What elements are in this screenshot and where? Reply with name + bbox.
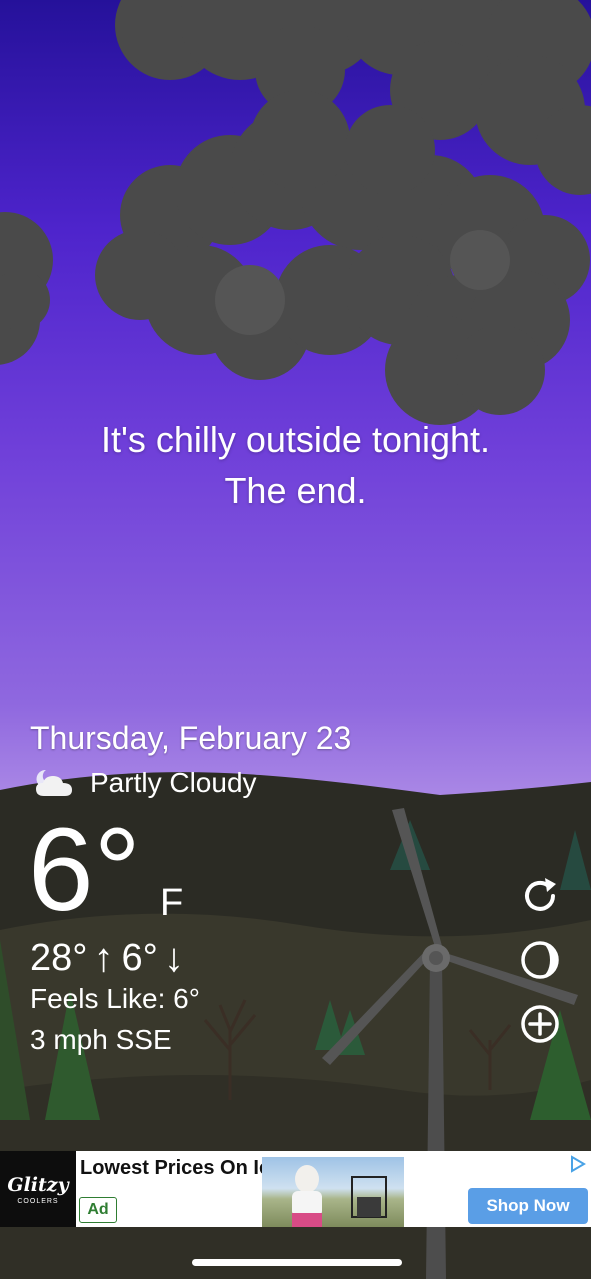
headline-line-2: The end.	[224, 470, 367, 511]
forecast-date: Thursday, February 23	[30, 720, 352, 756]
partly-cloudy-night-icon	[36, 769, 72, 796]
ad-shop-now-button[interactable]: Shop Now	[468, 1188, 588, 1224]
current-temperature: 6°	[28, 804, 141, 936]
arrow-up-icon: ↑	[93, 936, 114, 980]
high-temperature: 28°	[30, 937, 88, 979]
moon-phase-button[interactable]	[518, 938, 562, 982]
ad-badge: Ad	[79, 1197, 117, 1223]
refresh-button[interactable]	[518, 874, 562, 918]
ad-product-image	[262, 1157, 404, 1227]
home-indicator[interactable]	[192, 1259, 402, 1266]
add-location-icon	[521, 1005, 559, 1043]
condition-row: Partly Cloudy	[32, 766, 257, 800]
add-location-button[interactable]	[518, 1002, 562, 1046]
weather-headline: It's chilly outside tonight. The end.	[0, 414, 591, 516]
high-low-row: 28° ↑ 6° ↓	[30, 936, 192, 981]
arrow-down-icon: ↓	[163, 936, 184, 980]
temperature-unit: F	[160, 882, 184, 924]
storm-clouds	[0, 0, 591, 425]
condition-label: Partly Cloudy	[90, 767, 257, 798]
ad-banner[interactable]: Glitzy COOLERS Lowest Prices On Ice Cool…	[0, 1151, 591, 1227]
feels-like: Feels Like: 6°	[30, 983, 200, 1014]
wind-speed: 3 mph SSE	[30, 1024, 172, 1055]
refresh-icon	[525, 878, 556, 911]
moon-phase-icon	[521, 941, 559, 979]
ad-brand-logo: Glitzy COOLERS	[0, 1151, 76, 1227]
headline-line-1: It's chilly outside tonight.	[100, 419, 491, 460]
ad-choices-icon[interactable]	[568, 1155, 586, 1173]
low-temperature: 6°	[121, 937, 158, 979]
